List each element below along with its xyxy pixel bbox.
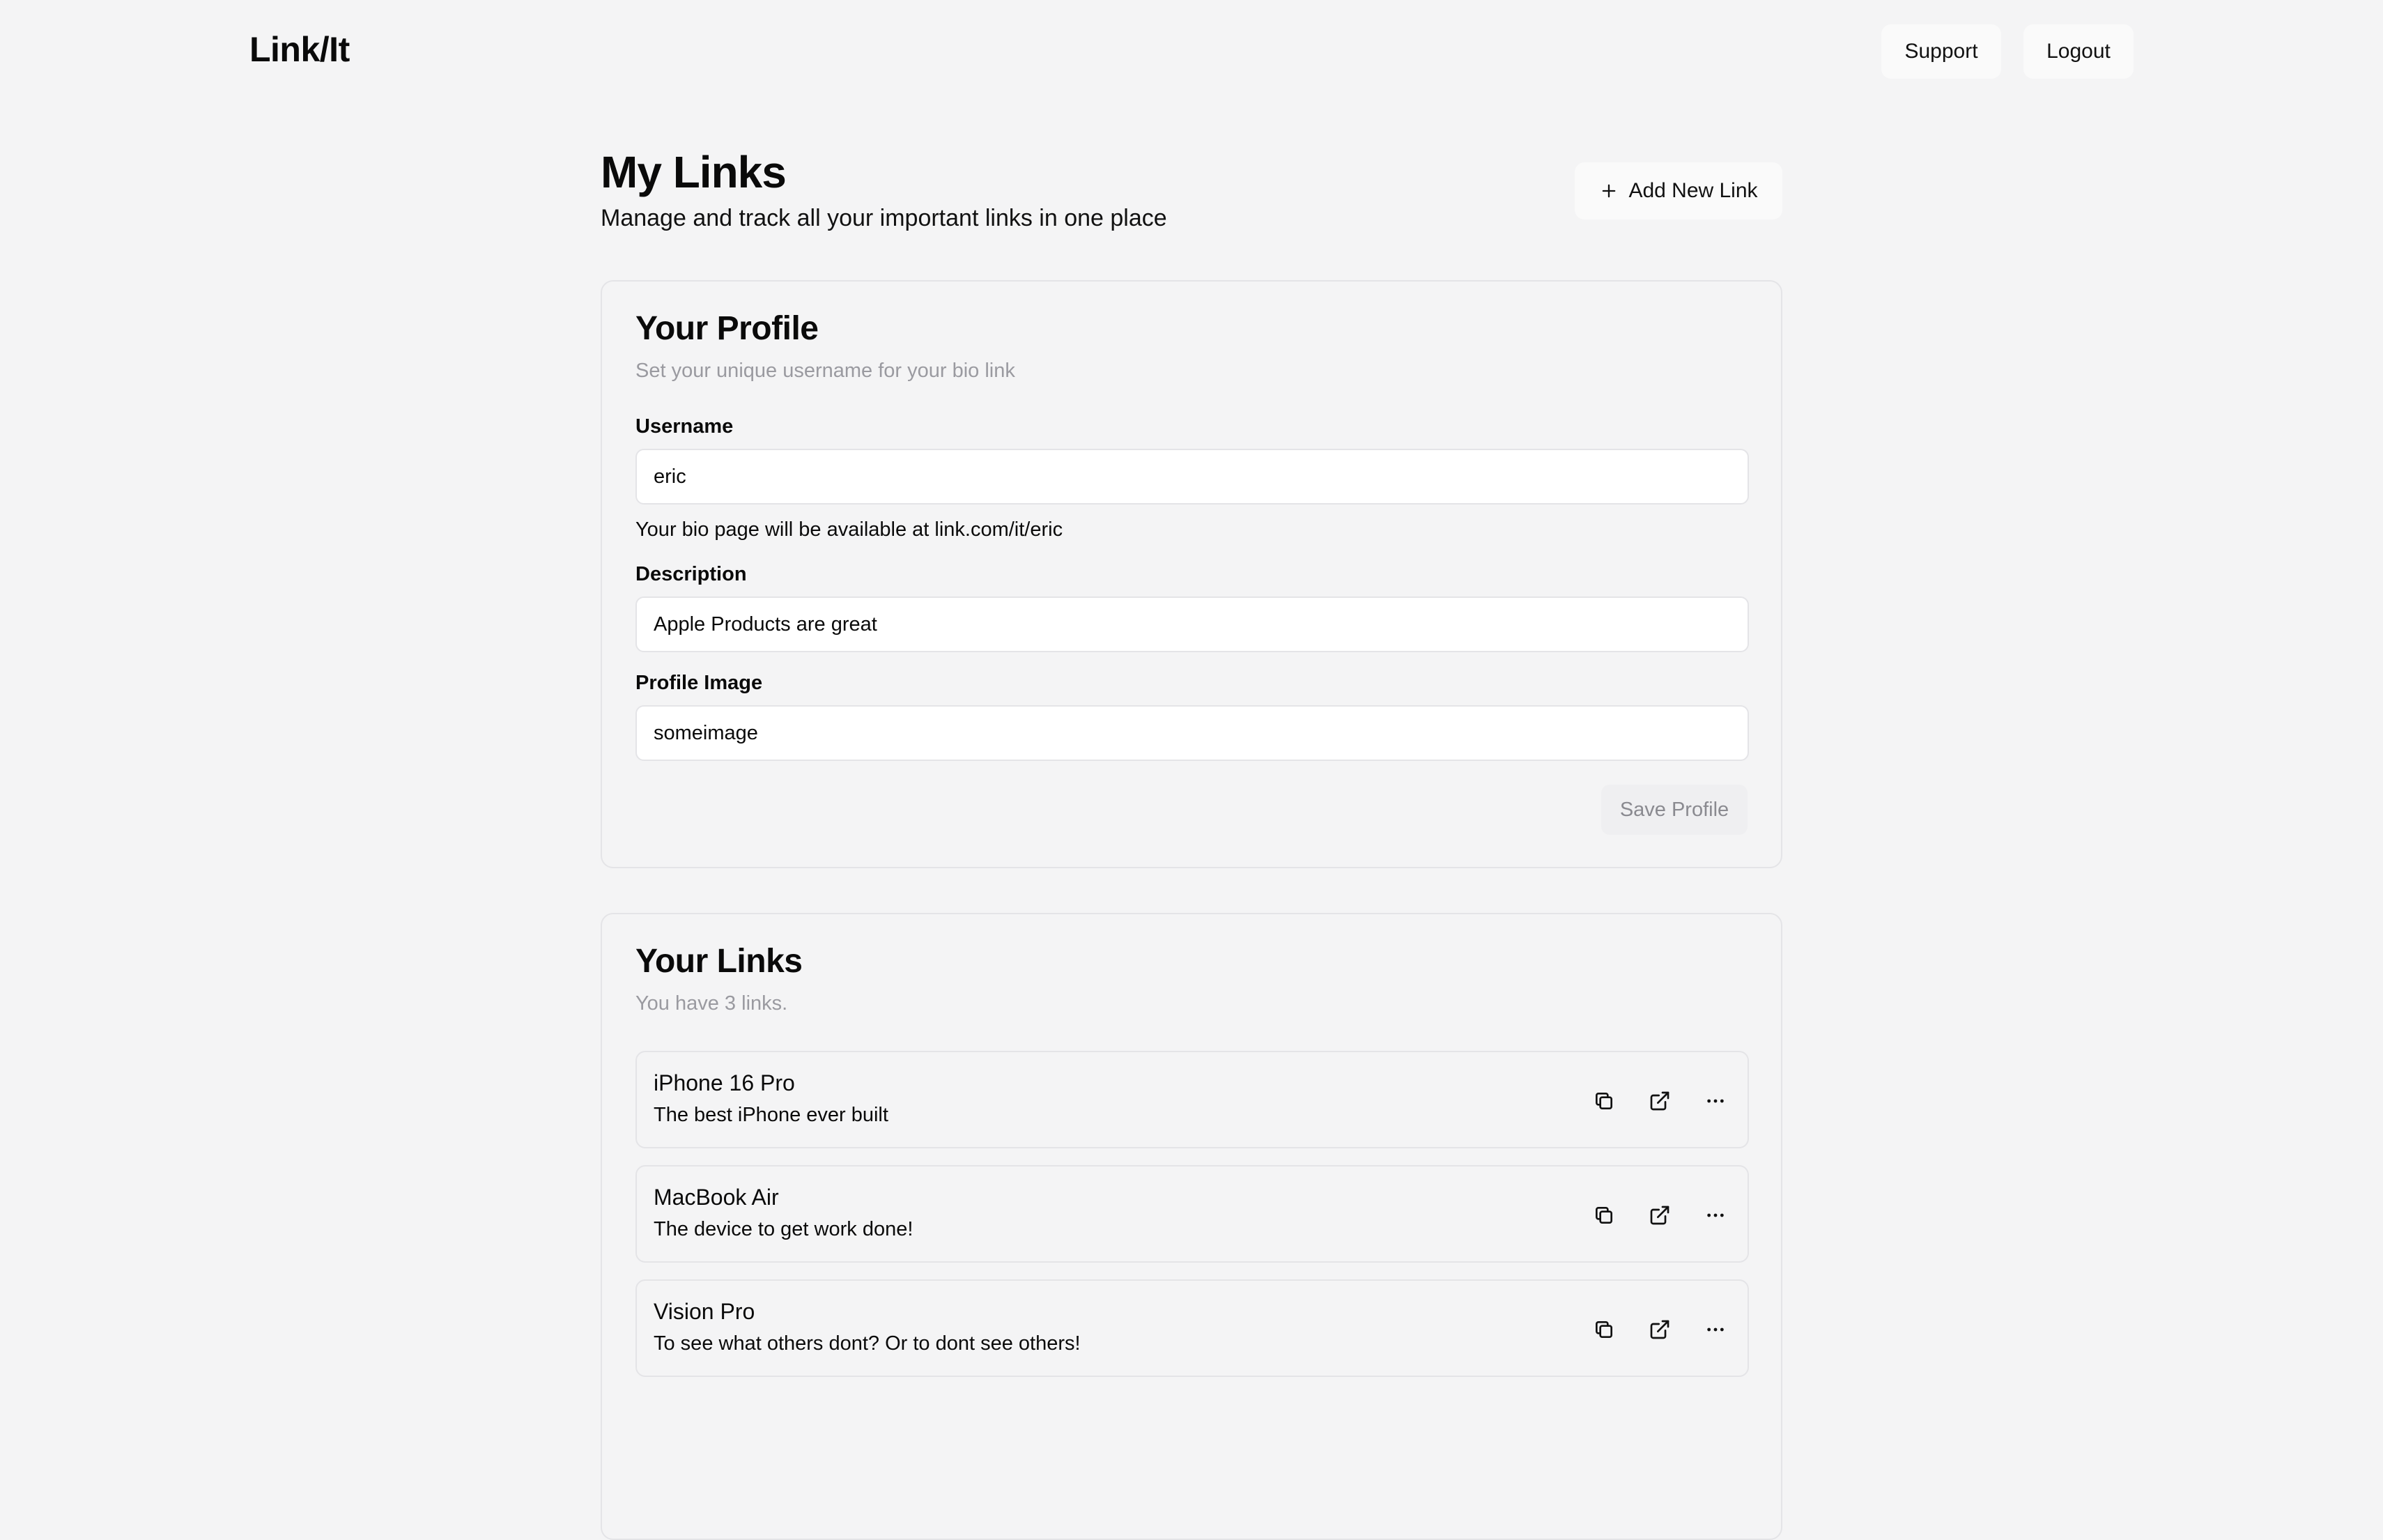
description-input[interactable] [635, 596, 1749, 652]
copy-icon [1596, 1207, 1612, 1224]
brand-logo[interactable]: Link/It [249, 29, 350, 70]
link-description: To see what others dont? Or to dont see … [654, 1332, 1081, 1355]
copy-link-button[interactable] [1586, 1311, 1622, 1348]
link-item[interactable]: Vision Pro To see what others dont? Or t… [635, 1279, 1749, 1377]
profile-image-label: Profile Image [635, 672, 763, 694]
external-link-icon [1650, 1206, 1669, 1225]
link-item[interactable]: iPhone 16 Pro The best iPhone ever built [635, 1051, 1749, 1148]
page-subtitle: Manage and track all your important link… [601, 205, 1167, 231]
add-new-link-button[interactable]: Add New Link [1575, 162, 1782, 220]
support-button[interactable]: Support [1881, 24, 2001, 79]
copy-link-button[interactable] [1586, 1197, 1622, 1233]
external-link-icon [1650, 1091, 1669, 1111]
open-link-button[interactable] [1642, 1311, 1678, 1348]
page-header: My Links Manage and track all your impor… [601, 139, 1782, 279]
add-new-link-label: Add New Link [1628, 179, 1758, 202]
more-horizontal-icon [1707, 1099, 1724, 1103]
link-title: Vision Pro [654, 1299, 755, 1324]
profile-image-input[interactable] [635, 705, 1749, 761]
copy-link-button[interactable] [1586, 1083, 1622, 1119]
more-horizontal-icon [1707, 1213, 1724, 1217]
more-options-button[interactable] [1697, 1311, 1734, 1348]
open-link-button[interactable] [1642, 1197, 1678, 1233]
username-label: Username [635, 415, 734, 438]
link-item[interactable]: MacBook Air The device to get work done! [635, 1165, 1749, 1263]
save-profile-button[interactable]: Save Profile [1601, 785, 1748, 835]
copy-icon [1596, 1093, 1612, 1109]
links-card-title: Your Links [635, 943, 803, 980]
username-input[interactable] [635, 449, 1749, 505]
logout-button[interactable]: Logout [2023, 24, 2134, 79]
external-link-icon [1650, 1320, 1669, 1339]
plus-icon [1603, 184, 1616, 198]
description-label: Description [635, 563, 747, 585]
link-description: The device to get work done! [654, 1218, 913, 1240]
profile-card-description: Set your unique username for your bio li… [635, 360, 1015, 382]
link-description: The best iPhone ever built [654, 1104, 888, 1126]
links-count: You have 3 links. [635, 992, 788, 1015]
more-horizontal-icon [1707, 1327, 1724, 1332]
open-link-button[interactable] [1642, 1083, 1678, 1119]
top-bar: Link/It Support Logout [0, 0, 2383, 105]
more-options-button[interactable] [1697, 1083, 1734, 1119]
profile-card: Your Profile Set your unique username fo… [601, 280, 1782, 868]
more-options-button[interactable] [1697, 1197, 1734, 1233]
link-title: MacBook Air [654, 1185, 779, 1210]
main-content: My Links Manage and track all your impor… [601, 139, 1782, 1540]
links-card: Your Links You have 3 links. iPhone 16 P… [601, 913, 1782, 1540]
copy-icon [1596, 1321, 1612, 1338]
page-title: My Links [601, 147, 787, 197]
username-hint: Your bio page will be available at link.… [635, 518, 1063, 541]
link-title: iPhone 16 Pro [654, 1070, 795, 1095]
profile-card-title: Your Profile [635, 310, 819, 347]
